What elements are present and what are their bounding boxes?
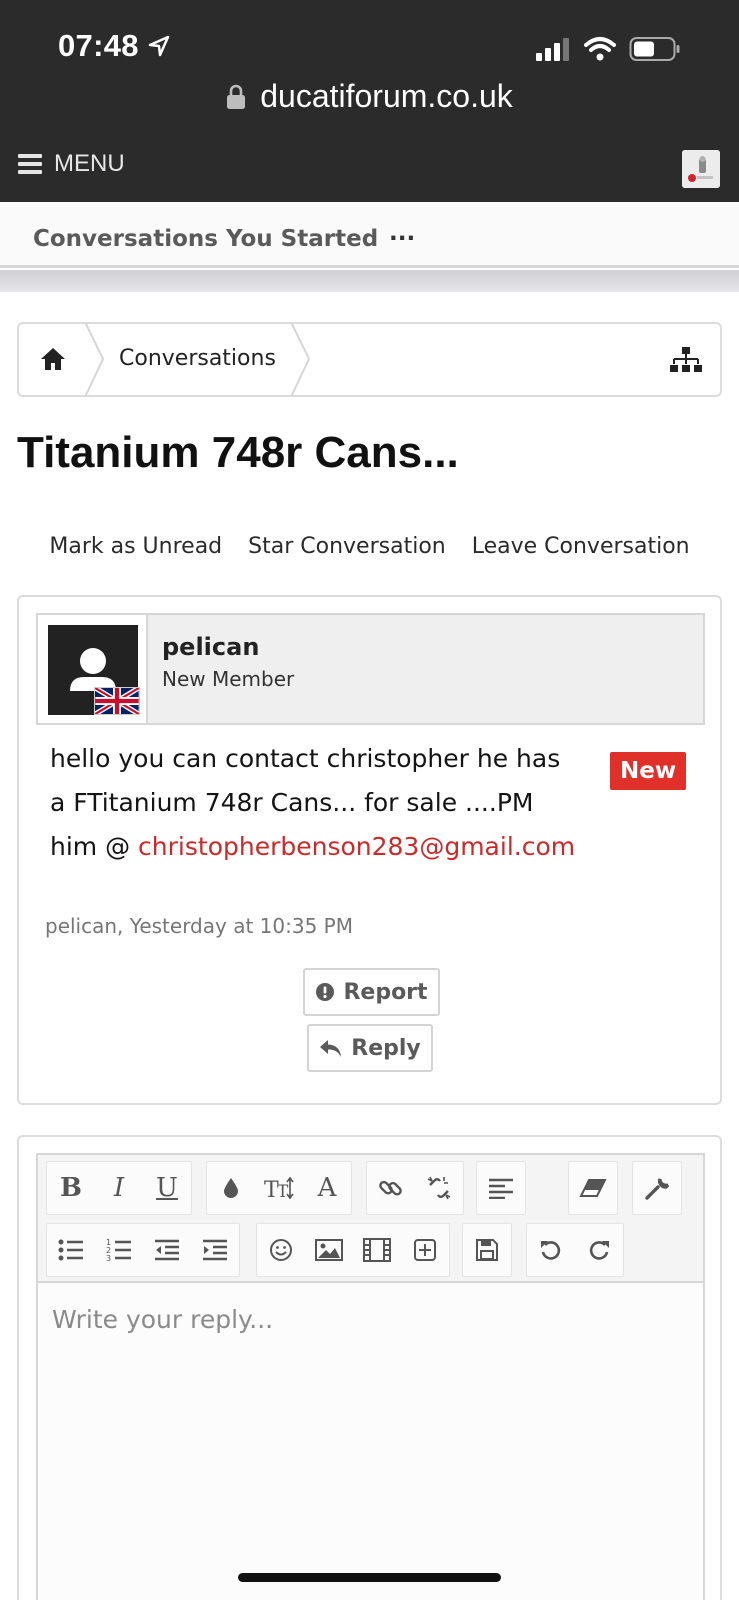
uk-flag-icon [94,687,140,715]
list-group: 123 [46,1223,240,1277]
report-label: Report [343,979,428,1005]
image-icon[interactable] [305,1224,353,1276]
message-line: hello you can contact christopher he has [50,744,561,773]
exclamation-circle-icon [316,983,335,1001]
redo-icon[interactable] [575,1224,623,1276]
clear-format-group [568,1161,618,1215]
align-left-icon[interactable] [477,1162,525,1214]
author-name[interactable]: pelican [162,633,259,661]
eraser-icon[interactable] [569,1162,617,1214]
italic-icon[interactable]: I [95,1162,143,1214]
message-line-prefix: him @ [50,832,139,861]
numbered-list-icon[interactable]: 123 [95,1224,143,1276]
reply-label: Reply [351,1035,421,1061]
bulleted-list-icon[interactable] [47,1224,95,1276]
breadcrumb-separator [84,322,105,397]
wifi-icon [584,37,616,61]
sitemap-icon[interactable] [670,346,702,374]
wrench-icon[interactable] [633,1162,681,1214]
unlink-icon[interactable] [415,1162,463,1214]
save-group [462,1223,512,1277]
svg-text:T: T [277,1182,289,1201]
font-family-icon[interactable]: A [303,1162,351,1214]
email-link[interactable]: christopherbenson283@gmail.com [138,832,575,861]
reply-arrow-icon [320,1040,342,1057]
reply-editor: B I U TT A 1 2 3 Write your reply... [17,1135,722,1600]
new-badge: New [610,752,687,790]
editor-toolbar: B I U TT A 1 2 3 [36,1153,705,1281]
home-indicator[interactable] [238,1573,501,1582]
link-icon[interactable] [367,1162,415,1214]
author-avatar[interactable] [38,615,148,723]
svg-text:3: 3 [106,1254,111,1262]
lock-icon [227,84,246,109]
breadcrumb-item-conversations[interactable]: Conversations [119,346,276,371]
page-title: Titanium 748r Cans... [17,428,459,477]
battery-icon [629,37,680,61]
sub-navigation: Conversations You Started ... [0,202,739,268]
reply-textarea[interactable]: Write your reply... [36,1281,705,1600]
status-time: 07:48 [58,28,171,64]
text-style-group: TT A [206,1161,352,1215]
reply-button[interactable]: Reply [307,1024,433,1072]
underline-icon[interactable]: U [143,1162,191,1214]
bold-icon[interactable]: B [47,1162,95,1214]
breadcrumb: Conversations [17,322,722,397]
avatar-image-icon [682,150,720,188]
signal-icon [536,38,569,61]
outdent-icon[interactable] [143,1224,191,1276]
message-line: a FTitanium 748r Cans... for sale ....PM [50,788,534,817]
author-role: New Member [162,667,295,691]
message-body: hello you can contact christopher he has… [50,737,690,869]
home-icon[interactable] [39,346,67,372]
tools-group [632,1161,682,1215]
font-size-icon[interactable]: TT [255,1162,303,1214]
indent-icon[interactable] [191,1224,239,1276]
status-time-text: 07:48 [58,28,139,63]
message-user-bar: pelican New Member [36,613,705,725]
smiley-icon[interactable] [257,1224,305,1276]
message-block: pelican New Member hello you can contact… [17,595,722,1105]
hamburger-icon [18,150,42,178]
menu-button[interactable]: MENU [18,150,125,178]
link-group [366,1161,464,1215]
undo-icon[interactable] [527,1224,575,1276]
leave-conversation-link[interactable]: Leave Conversation [472,534,690,559]
tab-conversations-you-started[interactable]: Conversations You Started [33,226,378,252]
more-tabs-button[interactable]: ... [389,220,415,246]
message-line: him @ christopherbenson283@gmail.com [50,825,690,869]
save-draft-icon[interactable] [463,1224,511,1276]
address-bar[interactable]: ducatiforum.co.uk [0,78,739,115]
text-format-group: B I U [46,1161,192,1215]
media-film-icon[interactable] [353,1224,401,1276]
reply-placeholder: Write your reply... [52,1305,274,1334]
color-drop-icon[interactable] [207,1162,255,1214]
report-button[interactable]: Report [303,968,440,1016]
star-conversation-link[interactable]: Star Conversation [248,534,446,559]
history-group [526,1223,624,1277]
message-meta[interactable]: pelican, Yesterday at 10:35 PM [45,914,353,938]
status-icons [535,36,681,62]
location-arrow-icon [148,35,170,57]
user-avatar[interactable] [682,150,720,188]
menu-label: MENU [54,150,125,177]
insert-plus-icon[interactable] [401,1224,449,1276]
top-bar: 07:48 ducatiforum.co.uk MENU [0,0,739,202]
url-text: ducatiforum.co.uk [260,78,513,114]
nav-shadow [0,270,739,292]
insert-group [256,1223,450,1277]
conversation-actions: Mark as Unread Star Conversation Leave C… [0,534,739,559]
align-group [476,1161,526,1215]
mark-as-unread-link[interactable]: Mark as Unread [49,534,222,559]
breadcrumb-separator [290,322,311,397]
